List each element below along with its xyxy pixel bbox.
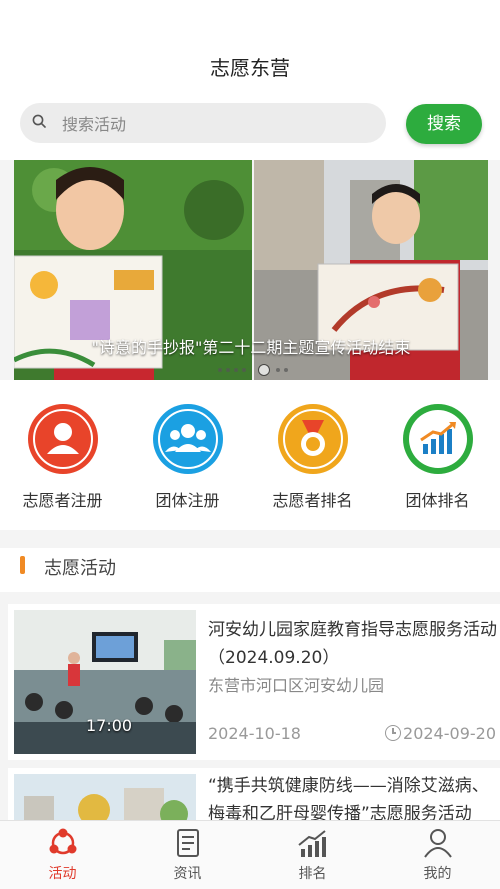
carousel-dot-active[interactable] [258, 364, 270, 376]
activity-end-date: 2024-09-20 [403, 724, 496, 743]
quick-link-group-ranking[interactable]: 团体排名 [375, 404, 500, 511]
section-header: 志愿活动 [0, 548, 500, 592]
page-title: 志愿东营 [210, 56, 290, 80]
tab-label: 排名 [298, 866, 327, 882]
activity-icon [45, 827, 81, 859]
top-header: 志愿东营 搜索 [0, 0, 500, 160]
tab-activity[interactable]: 活动 [0, 827, 125, 883]
quick-link-group-register[interactable]: 团体注册 [125, 404, 250, 511]
quick-link-volunteer-register[interactable]: 志愿者注册 [0, 404, 125, 511]
group-icon [152, 404, 223, 474]
search-button[interactable]: 搜索 [406, 104, 482, 144]
ranking-icon [295, 827, 331, 859]
carousel-indicator [14, 364, 488, 376]
profile-icon [420, 827, 456, 859]
tab-profile[interactable]: 我的 [375, 827, 500, 883]
news-icon [170, 827, 206, 859]
search-input[interactable] [60, 103, 374, 145]
clock-icon [385, 725, 402, 741]
quick-link-label: 志愿者排名 [272, 491, 353, 510]
activity-end-date-wrap: 2024-09-20 [385, 724, 496, 743]
activity-thumbnail: 17:00 [14, 610, 196, 754]
tab-ranking[interactable]: 排名 [250, 827, 375, 883]
bottom-tab-bar: 活动 资讯 排名 我的 [0, 820, 500, 889]
carousel-dot[interactable] [226, 368, 230, 372]
carousel-dot[interactable] [284, 368, 288, 372]
person-icon [27, 404, 98, 474]
activity-card[interactable]: “携手共筑健康防线——消除艾滋病、梅毒和乙肝母婴传播”志愿服务活动 [8, 768, 500, 828]
tab-label: 活动 [48, 866, 77, 882]
quick-links: 志愿者注册 团体注册 志愿者排名 团体排名 [0, 380, 500, 530]
carousel-dot[interactable] [234, 368, 238, 372]
activity-card[interactable]: 17:00 河安幼儿园家庭教育指导志愿服务活动（2024.09.20） 东营市河… [8, 604, 500, 760]
section-accent-bar [20, 556, 25, 574]
section-title: 志愿活动 [44, 558, 116, 579]
banner-carousel[interactable]: "诗意的手抄报"第二十二期主题宣传活动结束 [14, 160, 488, 380]
carousel-dot[interactable] [218, 368, 222, 372]
medal-icon [277, 404, 348, 474]
banner-caption: "诗意的手抄报"第二十二期主题宣传活动结束 [91, 338, 411, 357]
carousel-dot[interactable] [276, 368, 280, 372]
quick-link-label: 团体排名 [405, 491, 470, 510]
tab-news[interactable]: 资讯 [125, 827, 250, 883]
activity-title: 河安幼儿园家庭教育指导志愿服务活动（2024.09.20） [208, 620, 497, 668]
tab-label: 资讯 [173, 866, 202, 882]
quick-link-volunteer-ranking[interactable]: 志愿者排名 [250, 404, 375, 511]
thumbnail-time: 17:00 [86, 716, 133, 735]
search-bar[interactable] [20, 103, 386, 145]
quick-link-label: 团体注册 [155, 491, 220, 510]
activity-date: 2024-10-18 [208, 724, 301, 743]
quick-link-label: 志愿者注册 [22, 491, 103, 510]
chart-icon [402, 404, 473, 474]
activity-organizer: 东营市河口区河安幼儿园 [208, 676, 385, 695]
tab-label: 我的 [423, 866, 452, 882]
search-icon [32, 114, 46, 128]
carousel-dot[interactable] [242, 368, 246, 372]
